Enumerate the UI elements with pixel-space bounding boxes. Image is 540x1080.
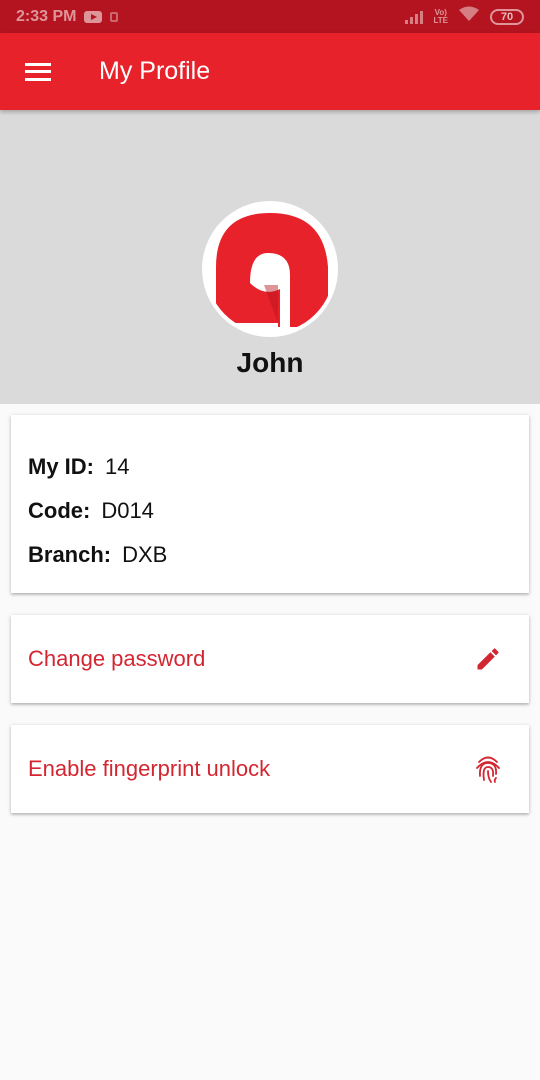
signal-strength-icon — [405, 10, 424, 24]
profile-header: John — [0, 110, 540, 404]
youtube-notification-icon — [84, 10, 103, 23]
enable-fingerprint-button[interactable]: Enable fingerprint unlock — [11, 725, 529, 813]
code-label: Code: — [28, 498, 91, 523]
id-row: My ID: 14 — [28, 445, 512, 489]
app-bar: My Profile — [0, 33, 540, 110]
avatar[interactable] — [202, 201, 338, 337]
battery-icon: 70 — [490, 8, 524, 25]
wifi-icon — [458, 6, 480, 27]
status-time: 2:33 PM — [16, 7, 77, 25]
branch-value: DXB — [122, 542, 168, 567]
fingerprint-icon — [474, 754, 502, 784]
id-label: My ID: — [28, 454, 94, 479]
notification-icon — [110, 11, 119, 22]
status-bar: 2:33 PM Vo) LTE 70 — [0, 0, 540, 33]
branch-label: Branch: — [28, 542, 112, 567]
profile-name: John — [236, 347, 304, 378]
fingerprint-label: Enable fingerprint unlock — [28, 756, 271, 781]
code-value: D014 — [101, 498, 154, 523]
page-title: My Profile — [99, 57, 211, 85]
profile-info-card: My ID: 14 Code: D014 Branch: DXB — [11, 415, 529, 593]
volte-indicator: Vo) LTE — [433, 7, 448, 25]
code-row: Code: D014 — [28, 489, 512, 533]
battery-level: 70 — [500, 10, 514, 23]
branch-row: Branch: DXB — [28, 533, 512, 577]
change-password-label: Change password — [28, 646, 206, 671]
menu-button[interactable] — [0, 33, 76, 110]
pencil-icon — [474, 645, 502, 673]
app-logo-icon — [206, 205, 334, 333]
change-password-button[interactable]: Change password — [11, 615, 529, 703]
hamburger-menu-icon — [25, 62, 51, 81]
id-value: 14 — [105, 454, 130, 479]
